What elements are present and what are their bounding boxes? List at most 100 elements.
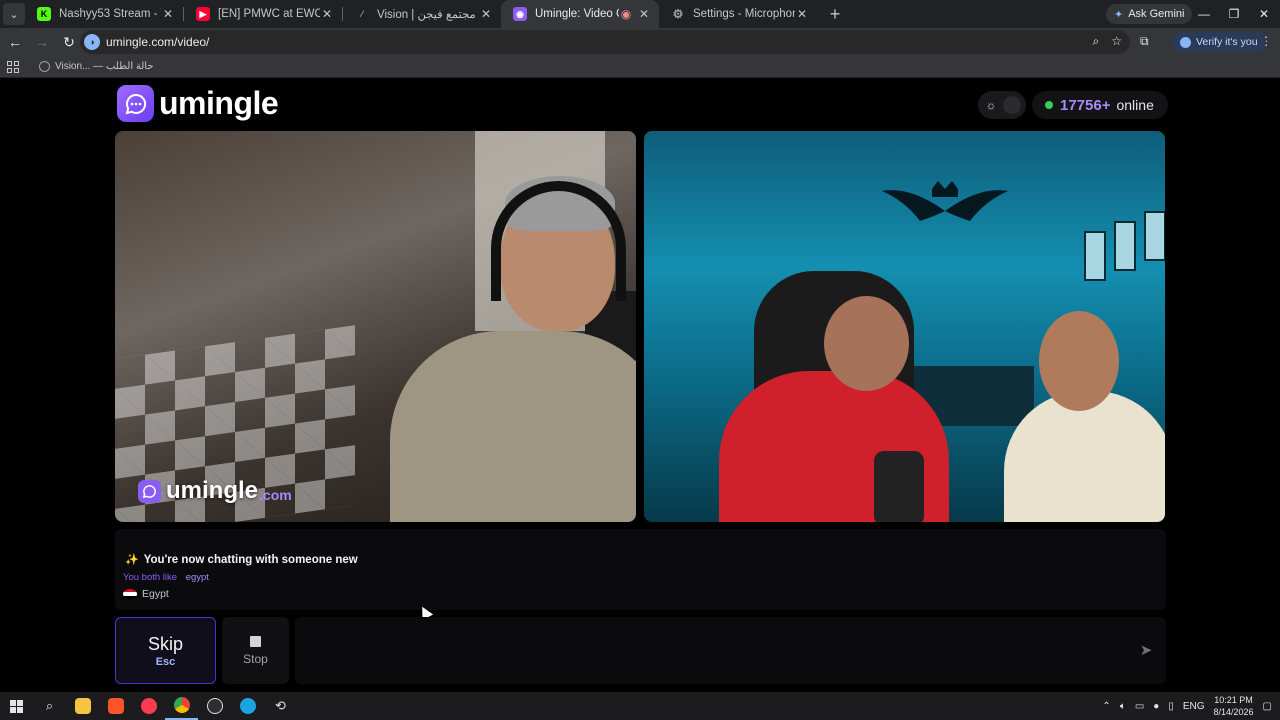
bookmark-star-icon[interactable]: ☆ <box>1111 34 1122 49</box>
tab-title: Settings - Microphone <box>693 8 795 20</box>
settings-gear-icon: ⚙ <box>672 7 684 21</box>
chat-bubble-logo-icon <box>117 85 154 122</box>
ask-gemini-button[interactable]: ✦ Ask Gemini <box>1106 4 1193 24</box>
tab-vision[interactable]: ⁄ Vision | مجتمع فيجن ✕ <box>343 0 501 28</box>
youtube-icon: ▶ <box>196 7 210 21</box>
speaker-icon[interactable]: 🔈︎ <box>1120 701 1126 712</box>
tab-title: Nashyy53 Stream - Watch Live <box>59 8 161 20</box>
local-video: umingle .com <box>115 131 636 522</box>
chat-panel: ✨ You're now chatting with someone new Y… <box>115 529 1166 610</box>
umingle-watermark: umingle .com <box>138 477 292 505</box>
globe-icon <box>39 61 50 72</box>
gemini-sparkle-icon: ✦ <box>1114 8 1124 21</box>
notification-icon[interactable]: ▢ <box>1263 701 1272 712</box>
app-icon[interactable]: ⟲ <box>264 692 297 720</box>
skip-button[interactable]: Skip Esc <box>115 617 216 684</box>
verify-identity-button[interactable]: Verify it's you <box>1172 32 1266 52</box>
reload-button[interactable]: ↻ <box>57 30 81 54</box>
chat-bubble-logo-icon <box>138 479 161 503</box>
sun-icon: ☼ <box>985 98 997 112</box>
forward-button[interactable]: → <box>30 30 54 54</box>
brand-name: umingle <box>159 85 279 121</box>
wall-frame <box>1144 211 1165 261</box>
restore-button[interactable]: ❐ <box>1218 0 1250 28</box>
site-info-icon[interactable]: ◑ <box>84 34 100 50</box>
minimize-button[interactable]: — <box>1188 0 1220 28</box>
address-bar[interactable]: ◑ umingle.com/video/ ⌕ ☆ <box>80 30 1130 54</box>
tab-strip: ⌄ K Nashyy53 Stream - Watch Live ✕ ▶ [EN… <box>0 0 1280 28</box>
online-counter: 17756+ online <box>1032 91 1168 119</box>
sparkle-icon: ✨ <box>125 554 139 566</box>
send-icon[interactable]: ➤ <box>1136 640 1156 660</box>
new-tab-button[interactable]: + <box>823 2 847 26</box>
window-close-button[interactable]: ✕ <box>1248 0 1280 28</box>
clock[interactable]: 10:21 PM 8/14/2026 <box>1214 694 1254 718</box>
battery-icon[interactable]: ▯ <box>1168 701 1174 712</box>
kick-icon: K <box>37 7 51 21</box>
microphone-icon[interactable]: ● <box>1153 701 1159 712</box>
person-head <box>824 296 909 391</box>
chrome-icon[interactable] <box>165 692 198 720</box>
chevron-up-icon[interactable]: ⌃ <box>1102 701 1110 712</box>
extensions-icon[interactable]: ⧉ <box>1140 34 1149 49</box>
ask-gemini-label: Ask Gemini <box>1128 8 1185 20</box>
tab-search-button[interactable]: ⌄ <box>3 3 25 25</box>
windows-start-icon[interactable] <box>0 692 33 720</box>
close-icon[interactable]: ✕ <box>479 7 493 21</box>
back-button[interactable]: ← <box>3 30 27 54</box>
close-icon[interactable]: ✕ <box>320 7 334 21</box>
stop-icon <box>250 635 261 647</box>
system-message-text: You're now chatting with someone new <box>143 553 358 566</box>
tab-title: [EN] PMWC at EWC 26 Finals D <box>218 8 320 20</box>
tab-umingle[interactable]: ◉ Umingle: Video Chat with S ◉ ✕ <box>501 0 659 28</box>
brand-logo-link[interactable]: umingle <box>117 85 279 122</box>
profile-avatar-icon <box>1180 36 1191 48</box>
wall-frame <box>1114 221 1136 271</box>
toggle-knob <box>1003 96 1021 114</box>
person-head <box>1039 311 1119 411</box>
search-icon[interactable]: ⌕ <box>33 692 66 720</box>
online-count: 17756+ <box>1060 96 1111 114</box>
verify-label: Verify it's you <box>1196 36 1258 48</box>
close-icon[interactable]: ✕ <box>637 7 651 21</box>
egypt-flag-icon <box>123 589 137 599</box>
country-name: Egypt <box>142 588 169 600</box>
tab-title: Umingle: Video Chat with S <box>535 8 619 20</box>
recording-icon: ◉ <box>620 7 632 21</box>
app-icon[interactable] <box>132 692 165 720</box>
bookmark-label: Vision... — حالة الطلب <box>55 61 154 72</box>
remote-video <box>644 131 1165 522</box>
wall-frame <box>1084 231 1106 281</box>
file-explorer-icon[interactable] <box>66 692 99 720</box>
shared-interests-label: You both like <box>123 572 178 583</box>
tab-youtube[interactable]: ▶ [EN] PMWC at EWC 26 Finals D ✕ <box>184 0 342 28</box>
clock-time: 10:21 PM <box>1214 695 1253 705</box>
url-text: umingle.com/video/ <box>106 35 210 49</box>
online-label: online <box>1116 97 1154 113</box>
bookmark-vision[interactable]: Vision... — حالة الطلب <box>39 61 154 72</box>
person-body <box>390 331 636 522</box>
obs-icon[interactable] <box>198 692 231 720</box>
tab-settings-microphone[interactable]: ⚙ Settings - Microphone ✕ <box>659 0 817 28</box>
watermark-text: umingle <box>166 477 259 504</box>
skip-shortcut: Esc <box>155 655 176 668</box>
shared-interests: You both like egypt <box>123 572 209 583</box>
brave-browser-icon[interactable] <box>99 692 132 720</box>
network-icon[interactable]: ▭ <box>1135 701 1144 712</box>
watermark-suffix: .com <box>259 487 292 503</box>
clock-date: 8/14/2026 <box>1213 707 1254 717</box>
tab-kick-stream[interactable]: K Nashyy53 Stream - Watch Live ✕ <box>25 0 183 28</box>
windows-taskbar: ⌕ ⟲ ⌃ 🔈︎ ▭ ● ▯ ENG 10:21 PM 8/14/2026 ▢ <box>0 692 1280 720</box>
message-input[interactable] <box>295 617 1166 684</box>
edge-icon[interactable] <box>231 692 264 720</box>
zoom-icon[interactable]: ⌕ <box>1093 34 1100 49</box>
language-indicator[interactable]: ENG <box>1183 701 1205 712</box>
theme-toggle[interactable]: ☼ <box>978 91 1026 119</box>
online-status-dot <box>1045 101 1053 109</box>
browser-toolbar: ← → ↻ ◑ umingle.com/video/ ⌕ ☆ ⧉ ⋮ <box>0 28 1280 56</box>
vision-icon: ⁄ <box>361 9 363 19</box>
close-icon[interactable]: ✕ <box>795 7 809 21</box>
stop-button[interactable]: Stop <box>222 617 289 684</box>
apps-grid-icon[interactable] <box>7 60 19 73</box>
close-icon[interactable]: ✕ <box>161 7 175 21</box>
